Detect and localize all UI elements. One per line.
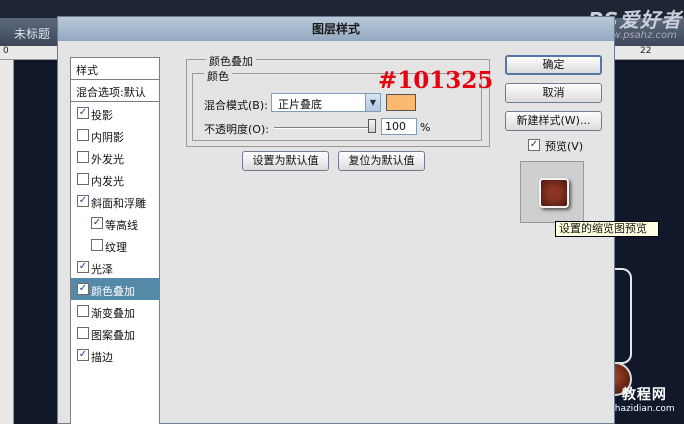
style-item-checkbox[interactable]: ✓ [77, 283, 89, 295]
opacity-input[interactable]: 100 [381, 118, 417, 135]
style-item-label: 描边 [91, 351, 113, 364]
style-item-checkbox[interactable]: ✓ [91, 217, 103, 229]
style-list: 样式 混合选项:默认 ✓ 投影 内阴影 外发光 内发光 ✓ 斜面和浮雕 ✓ 等高线 纹理 ✓ 光泽 ✓ 颜… [70, 57, 160, 424]
style-item-label: 渐变叠加 [91, 307, 135, 320]
ruler-mark-22: 22 [640, 46, 652, 56]
blend-mode-select[interactable]: 正片叠底 ▼ [271, 93, 381, 112]
style-item-checkbox[interactable]: ✓ [77, 195, 89, 207]
style-item-label: 内发光 [91, 175, 124, 188]
style-item-checkbox[interactable]: ✓ [77, 349, 89, 361]
overlay-color-swatch[interactable] [386, 94, 416, 111]
style-item-label: 光泽 [91, 263, 113, 276]
blend-options-item[interactable]: 混合选项:默认 [71, 80, 159, 102]
set-default-button[interactable]: 设置为默认值 [242, 151, 329, 171]
vertical-ruler [0, 60, 14, 424]
style-item-checkbox[interactable] [77, 305, 89, 317]
style-item-checkbox[interactable] [77, 129, 89, 141]
style-item[interactable]: 内阴影 [71, 124, 159, 146]
preview-checkbox[interactable]: ✓ [528, 139, 540, 151]
style-item-checkbox[interactable] [77, 173, 89, 185]
style-item-checkbox[interactable] [77, 327, 89, 339]
style-item[interactable]: 纹理 [71, 234, 159, 256]
thumbnail-preview-icon [539, 178, 569, 208]
color-group-title: 颜色 [204, 68, 232, 84]
style-item-label: 斜面和浮雕 [91, 197, 146, 210]
style-item[interactable]: 内发光 [71, 168, 159, 190]
style-item[interactable]: ✓ 投影 [71, 102, 159, 124]
opacity-label: 不透明度(O): [204, 123, 269, 136]
opacity-slider[interactable] [274, 127, 374, 129]
style-item-label: 颜色叠加 [91, 285, 135, 298]
style-item[interactable]: ✓ 描边 [71, 344, 159, 366]
style-thumbnail [520, 161, 584, 223]
dialog-title: 图层样式 [311, 22, 360, 36]
style-item[interactable]: ✓ 颜色叠加 [71, 278, 159, 300]
style-item-checkbox[interactable] [91, 239, 103, 251]
style-item[interactable]: 图案叠加 [71, 322, 159, 344]
color-annotation: #101325 [378, 67, 494, 94]
style-item-label: 图案叠加 [91, 329, 135, 342]
blend-mode-label: 混合模式(B): [204, 99, 268, 112]
ok-button[interactable]: 确定 [505, 55, 602, 75]
style-item-checkbox[interactable]: ✓ [77, 107, 89, 119]
canvas-shape [612, 268, 632, 364]
dialog-titlebar[interactable]: 图层样式 [58, 17, 614, 41]
style-item-label: 外发光 [91, 153, 124, 166]
style-item[interactable]: ✓ 斜面和浮雕 [71, 190, 159, 212]
style-item[interactable]: ✓ 等高线 [71, 212, 159, 234]
style-items: ✓ 投影 内阴影 外发光 内发光 ✓ 斜面和浮雕 ✓ 等高线 纹理 ✓ 光泽 ✓ 颜色叠加 渐变叠加 图案叠加… [71, 102, 159, 366]
style-item-label: 纹理 [105, 241, 127, 254]
ruler-mark-0: 0 [3, 46, 9, 56]
document-tab[interactable]: 未标题 [0, 22, 60, 44]
style-list-header[interactable]: 样式 [71, 58, 159, 80]
style-item[interactable]: 渐变叠加 [71, 300, 159, 322]
preview-label: 预览(V) [545, 140, 584, 153]
style-item-checkbox[interactable]: ✓ [77, 261, 89, 273]
reset-default-button[interactable]: 复位为默认值 [338, 151, 425, 171]
opacity-unit: % [420, 121, 431, 134]
cancel-button[interactable]: 取消 [505, 83, 602, 103]
opacity-slider-thumb[interactable] [368, 119, 376, 133]
style-item[interactable]: ✓ 光泽 [71, 256, 159, 278]
layer-style-dialog: 图层样式 样式 混合选项:默认 ✓ 投影 内阴影 外发光 内发光 ✓ 斜面和浮雕 ✓ 等高线 纹理… [57, 16, 659, 424]
style-item-label: 投影 [91, 109, 113, 122]
blend-mode-value: 正片叠底 [278, 98, 322, 111]
panel-title: 颜色叠加 [206, 53, 256, 69]
chevron-down-icon[interactable]: ▼ [365, 94, 380, 111]
style-item-label: 内阴影 [91, 131, 124, 144]
thumbnail-tooltip: 设置的缩览图预览 [555, 221, 659, 237]
style-item-label: 等高线 [105, 219, 138, 232]
new-style-button[interactable]: 新建样式(W)... [505, 111, 602, 131]
style-item-checkbox[interactable] [77, 151, 89, 163]
style-item[interactable]: 外发光 [71, 146, 159, 168]
